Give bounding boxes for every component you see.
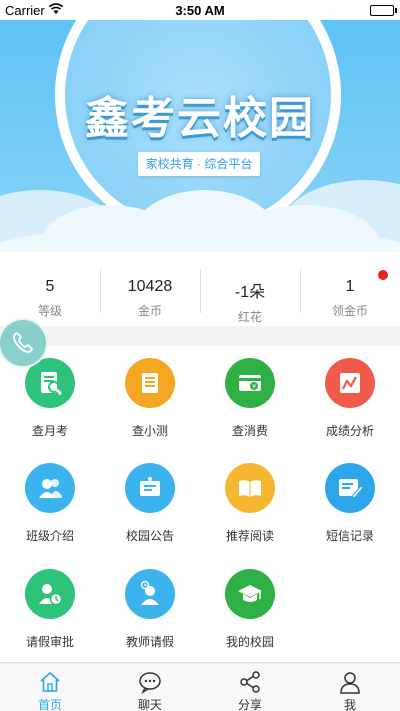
chat-icon — [139, 672, 161, 694]
stat-label: 领金币 — [331, 304, 368, 318]
leave-approval-icon — [25, 568, 75, 619]
grid-item-my-campus[interactable]: 我的校园 — [200, 557, 300, 657]
banner[interactable]: 鑫考云校园 家校共育 · 综合平台 — [0, 20, 400, 252]
chart-analysis-icon — [325, 358, 375, 408]
grid-item-label: 查月考 — [31, 424, 68, 438]
stat-claim-coins[interactable]: 1 领金币 — [300, 252, 400, 326]
grid-item-teacher-leave[interactable]: 教师请假 — [100, 557, 200, 657]
class-group-icon — [25, 463, 75, 514]
banner-title: 鑫考云校园 — [85, 93, 315, 144]
svg-text:¥: ¥ — [252, 384, 256, 391]
phone-icon — [13, 331, 34, 353]
grid-item-label: 推荐阅读 — [225, 529, 274, 544]
stat-label: 金币 — [137, 304, 162, 318]
grid-item-label: 查消费 — [231, 424, 268, 438]
notification-dot — [378, 270, 388, 280]
stat-value: 10428 — [127, 278, 173, 295]
banner-subtitle: 家校共育 · 综合平台 — [138, 152, 260, 176]
stat-label: 等级 — [37, 304, 62, 318]
stat-value: 1 — [345, 278, 355, 295]
grid-item-label: 班级介绍 — [25, 529, 74, 544]
tab-share[interactable]: 分享 — [200, 663, 300, 711]
tab-home[interactable]: 首页 — [0, 663, 100, 711]
grid-item-label: 校园公告 — [125, 529, 174, 544]
grid-item-label: 查小测 — [131, 424, 168, 438]
tab-bar: 首页 聊天 分享 我 — [0, 662, 400, 711]
home-icon — [40, 671, 60, 692]
notice-board-icon — [125, 463, 175, 514]
graduation-cap-icon — [225, 568, 275, 619]
tab-label: 首页 — [37, 698, 62, 711]
stat-value: -1朵 — [234, 284, 266, 301]
grid-item-leave-approval[interactable]: 请假审批 — [0, 557, 100, 657]
clock: 3:50 AM — [175, 3, 225, 18]
feature-grid: 查月考 查小测 ¥ 查消费 成绩分析 班级介绍 校园公告 推荐阅读 短信记录 请… — [0, 346, 400, 662]
stat-label: 红花 — [237, 310, 262, 324]
grid-item-label: 我的校园 — [225, 634, 274, 649]
grid-item-recommended-reading[interactable]: 推荐阅读 — [200, 451, 300, 551]
grid-item-score-analysis[interactable]: 成绩分析 — [300, 346, 400, 446]
status-bar: Carrier 3:50 AM — [0, 0, 400, 20]
grid-item-quiz[interactable]: 查小测 — [100, 346, 200, 446]
grid-item-label: 教师请假 — [125, 634, 174, 649]
share-icon — [240, 671, 260, 693]
stat-level[interactable]: 5 等级 — [0, 252, 100, 326]
user-icon — [340, 672, 360, 694]
tab-label: 分享 — [237, 698, 262, 711]
tab-me[interactable]: 我 — [300, 663, 400, 711]
tab-label: 聊天 — [137, 698, 162, 711]
grid-item-class-intro[interactable]: 班级介绍 — [0, 451, 100, 551]
quiz-list-icon — [125, 358, 175, 408]
open-book-icon — [225, 463, 275, 514]
battery-icon — [370, 5, 397, 16]
stats-row: 5 等级 10428 金币 -1朵 红花 1 领金币 — [0, 252, 400, 326]
stat-flowers[interactable]: -1朵 红花 — [200, 252, 300, 326]
sms-edit-icon — [325, 463, 375, 514]
grid-item-label: 短信记录 — [325, 529, 374, 544]
tab-chat[interactable]: 聊天 — [100, 663, 200, 711]
grid-item-campus-notice[interactable]: 校园公告 — [100, 451, 200, 551]
grid-item-sms-records[interactable]: 短信记录 — [300, 451, 400, 551]
grid-item-label: 请假审批 — [25, 634, 74, 649]
consumption-card-icon: ¥ — [225, 358, 275, 408]
stat-value: 5 — [45, 278, 55, 295]
teacher-leave-icon — [125, 568, 175, 619]
grid-item-label: 成绩分析 — [325, 424, 374, 438]
tab-label: 我 — [343, 698, 356, 711]
grid-item-consumption[interactable]: ¥ 查消费 — [200, 346, 300, 446]
stat-coins[interactable]: 10428 金币 — [100, 252, 200, 326]
phone-call-button[interactable] — [0, 318, 48, 368]
